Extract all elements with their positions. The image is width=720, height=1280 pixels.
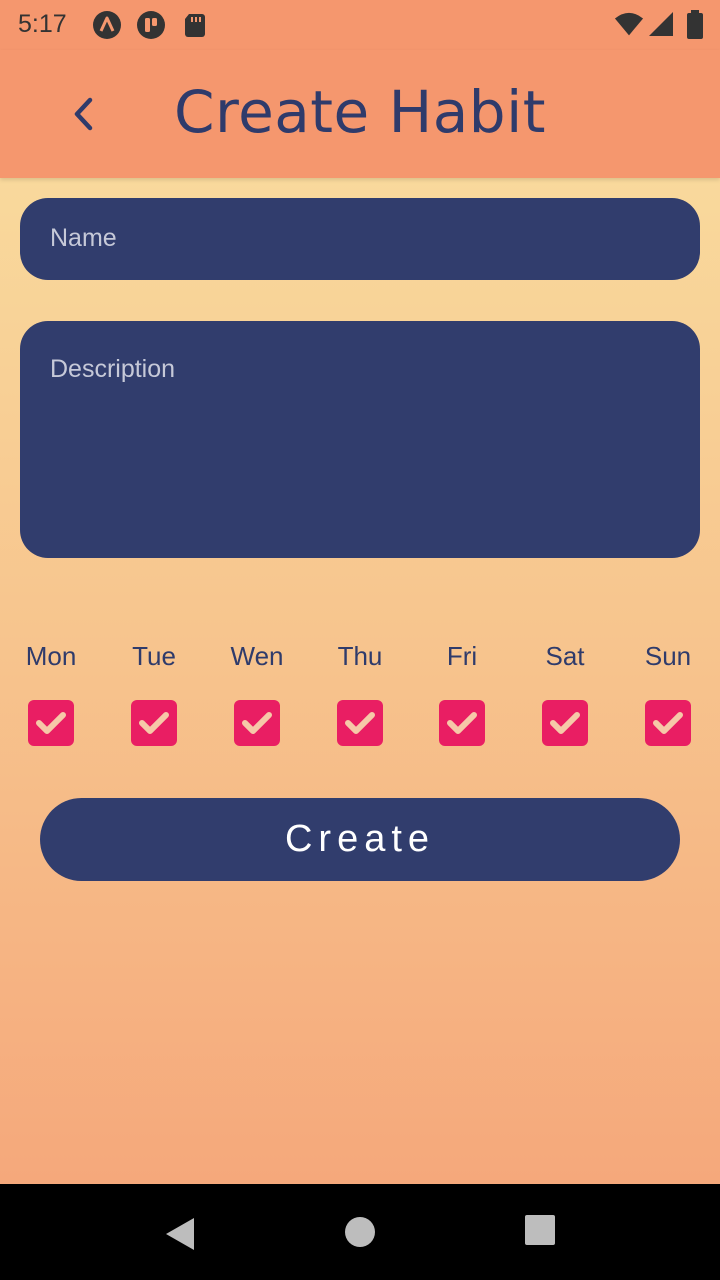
- a-logo-icon: [92, 10, 122, 40]
- day-checkbox[interactable]: [439, 700, 485, 746]
- day-option-sun: Sun: [618, 636, 718, 746]
- day-checkbox[interactable]: [542, 700, 588, 746]
- battery-icon: [680, 10, 710, 40]
- day-label: Fri: [446, 641, 478, 671]
- day-checkbox[interactable]: [234, 700, 280, 746]
- description-placeholder: Description: [50, 355, 176, 383]
- day-checkbox[interactable]: [131, 700, 177, 746]
- check-icon: [653, 712, 683, 734]
- p-logo-icon: [136, 10, 166, 40]
- back-triangle-icon[interactable]: [160, 1214, 200, 1254]
- day-option-wen: Wen: [207, 636, 307, 746]
- day-checkbox[interactable]: [28, 700, 74, 746]
- day-label: Sat: [545, 641, 585, 671]
- check-icon: [447, 712, 477, 734]
- wifi-icon: [614, 10, 644, 40]
- day-label: Tue: [132, 641, 176, 671]
- check-icon: [36, 712, 66, 734]
- day-label: Wen: [230, 641, 284, 671]
- description-field[interactable]: Description: [20, 321, 700, 558]
- status-bar: 5:17: [0, 0, 720, 50]
- day-label: Sun: [644, 641, 692, 671]
- check-icon: [242, 712, 272, 734]
- system-nav-bar: [0, 1184, 720, 1280]
- day-option-thu: Thu: [310, 636, 410, 746]
- day-checkbox[interactable]: [337, 700, 383, 746]
- day-label: Mon: [25, 641, 77, 671]
- name-field[interactable]: Name: [20, 198, 700, 280]
- home-circle-icon[interactable]: [340, 1214, 380, 1254]
- name-placeholder: Name: [50, 224, 117, 252]
- sd-card-icon: [180, 10, 210, 40]
- app-bar: Create Habit: [0, 50, 720, 178]
- signal-icon: [646, 10, 676, 40]
- page-title: Create Habit: [174, 78, 546, 146]
- day-option-sat: Sat: [515, 636, 615, 746]
- recents-square-icon[interactable]: [522, 1214, 562, 1254]
- day-option-tue: Tue: [104, 636, 204, 746]
- day-option-fri: Fri: [412, 636, 512, 746]
- day-option-mon: Mon: [1, 636, 101, 746]
- check-icon: [550, 712, 580, 734]
- create-habit-form: Name Description Mon Tue Wen Thu Fri Sat…: [0, 178, 720, 1184]
- check-icon: [345, 712, 375, 734]
- check-icon: [139, 712, 169, 734]
- day-label: Thu: [337, 641, 383, 671]
- status-time: 5:17: [18, 10, 67, 38]
- day-checkbox[interactable]: [645, 700, 691, 746]
- create-button[interactable]: Create: [40, 798, 680, 881]
